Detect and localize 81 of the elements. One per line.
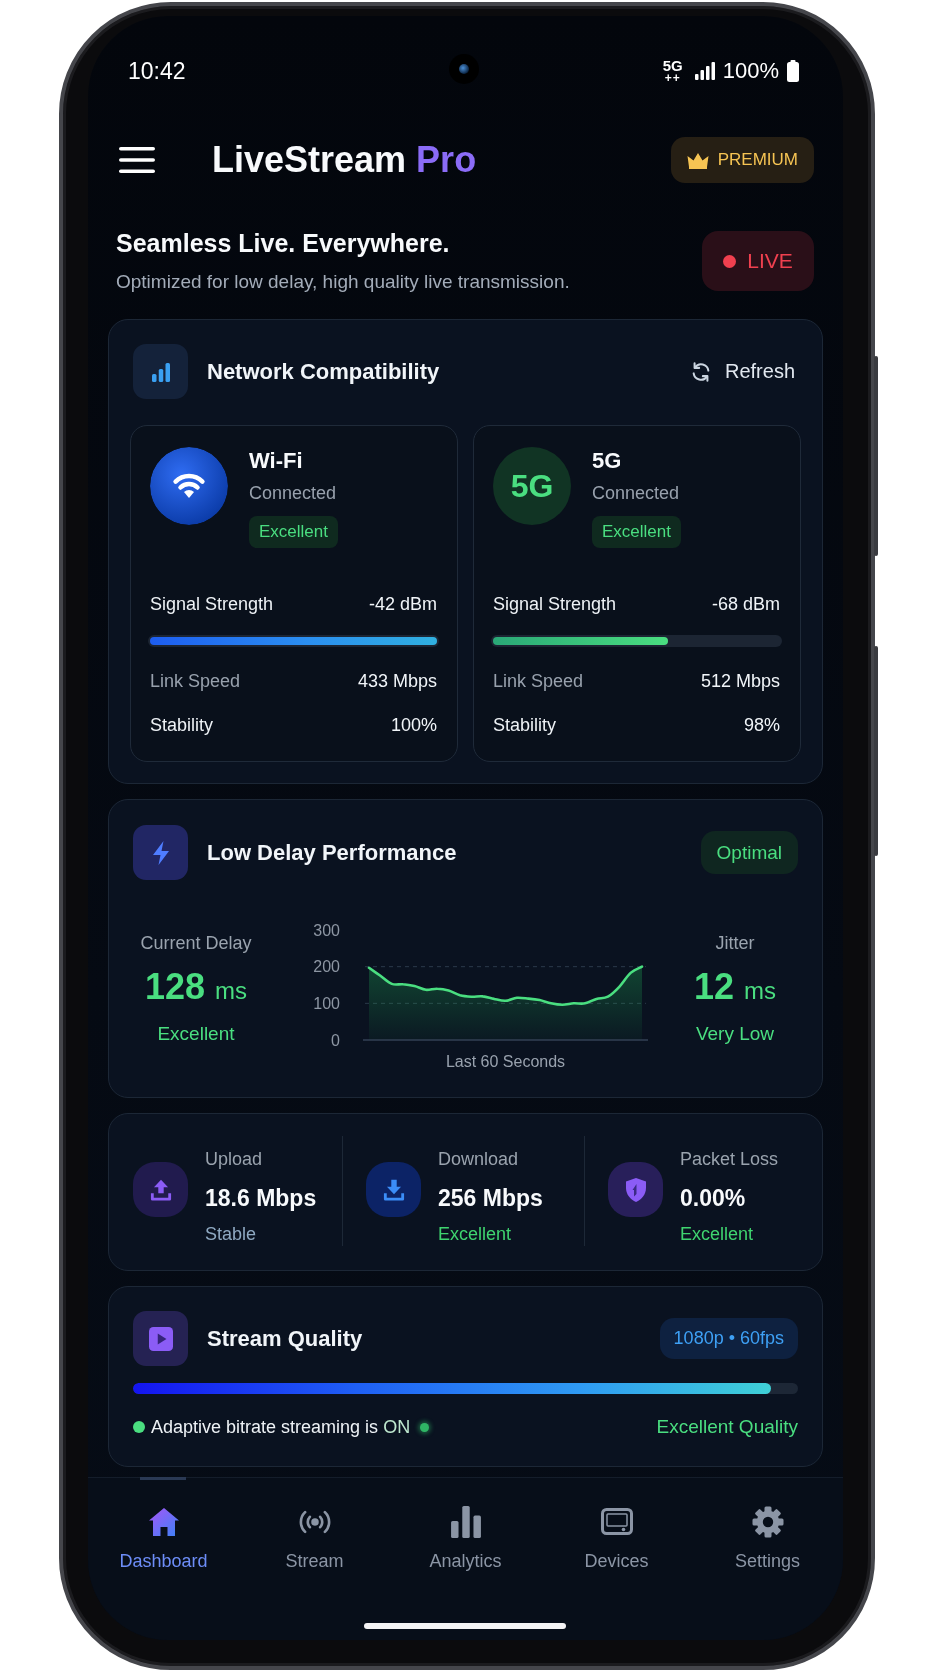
stat-value: 98% bbox=[743, 714, 780, 736]
live-dot-icon bbox=[723, 254, 737, 268]
y-axis-label: 0 bbox=[330, 1031, 340, 1049]
app-title: LiveStream Pro bbox=[212, 139, 477, 181]
metric-rating: Excellent bbox=[157, 1023, 235, 1045]
front-camera-icon bbox=[449, 54, 479, 84]
network-type-sub: ++ bbox=[664, 72, 681, 84]
crown-icon bbox=[686, 151, 709, 169]
stat-label: Link Speed bbox=[493, 670, 584, 692]
y-axis-label: 300 bbox=[312, 921, 340, 939]
metric-value: 128 ms bbox=[144, 965, 248, 1009]
quality-rating: Excellent Quality bbox=[656, 1416, 798, 1438]
card-title: Low Delay Performance bbox=[207, 839, 457, 866]
metric-value: 256 Mbps bbox=[438, 1184, 543, 1213]
metric-label: Current Delay bbox=[140, 933, 252, 953]
nav-tab[interactable]: Analytics bbox=[390, 1478, 541, 1574]
adaptive-status-text: Adaptive bitrate streaming is ON bbox=[151, 1416, 411, 1438]
card-title: Network Compatibility bbox=[207, 358, 440, 385]
hero-heading: Seamless Live. Everywhere. bbox=[116, 228, 451, 258]
hero-subtitle: Optimized for low delay, high quality live transmission. bbox=[116, 270, 570, 294]
metric-label: Upload bbox=[205, 1148, 264, 1170]
metric-status: Excellent bbox=[680, 1223, 755, 1245]
status-time: 10:42 bbox=[128, 57, 186, 85]
signal-bars-icon bbox=[133, 344, 188, 399]
settings-icon bbox=[751, 1506, 784, 1538]
metric-value: 0.00% bbox=[680, 1184, 747, 1213]
pulse-dot-icon bbox=[420, 1422, 430, 1432]
nav-tab[interactable]: Dashboard bbox=[88, 1478, 239, 1574]
stat-value: 433 Mbps bbox=[357, 670, 437, 692]
metric-value: 12 ms bbox=[693, 965, 776, 1009]
resolution-tag: 1080p • 60fps bbox=[659, 1318, 798, 1359]
signal-icon bbox=[694, 62, 715, 80]
wifi-icon bbox=[150, 447, 228, 525]
premium-button[interactable]: PREMIUM bbox=[670, 137, 814, 183]
stat-label: Stability bbox=[150, 714, 214, 736]
stat-value: -42 dBm bbox=[368, 593, 437, 615]
shield-icon bbox=[608, 1162, 663, 1217]
metric-label: Download bbox=[438, 1148, 520, 1170]
stat-value: 100% bbox=[390, 714, 437, 736]
tablet-icon bbox=[600, 1506, 633, 1538]
x-axis-title: Last 60 Seconds bbox=[445, 1053, 565, 1070]
network-type-badge: 5G bbox=[493, 447, 571, 525]
stat-label: Signal Strength bbox=[493, 593, 617, 615]
connection-name: 5G bbox=[592, 447, 622, 475]
metric-label: Packet Loss bbox=[680, 1148, 779, 1170]
y-axis-label: 100 bbox=[312, 994, 340, 1012]
battery-icon bbox=[787, 60, 799, 82]
download-icon bbox=[366, 1162, 421, 1217]
battery-percent: 100% bbox=[722, 58, 779, 84]
y-axis-label: 200 bbox=[312, 958, 340, 976]
metric-status: Stable bbox=[205, 1223, 258, 1245]
live-label: LIVE bbox=[747, 249, 793, 273]
connection-name: Wi-Fi bbox=[249, 447, 303, 475]
metric-status: Excellent bbox=[438, 1223, 513, 1245]
card-title: Stream Quality bbox=[207, 1325, 363, 1352]
nav-tab[interactable]: Stream bbox=[239, 1478, 390, 1574]
quality-tag: Excellent bbox=[592, 516, 681, 548]
metric-value: 18.6 Mbps bbox=[205, 1184, 317, 1213]
connection-status: Connected bbox=[249, 482, 337, 505]
nav-tab[interactable]: Settings bbox=[692, 1478, 843, 1574]
connection-status: Connected bbox=[592, 482, 680, 505]
menu-icon[interactable] bbox=[119, 147, 155, 173]
refresh-button[interactable]: Refresh bbox=[689, 360, 795, 383]
stat-value: 512 Mbps bbox=[700, 670, 780, 692]
nav-tab[interactable]: Devices bbox=[541, 1478, 692, 1574]
quality-tag: Excellent bbox=[249, 516, 338, 548]
side-button[interactable] bbox=[874, 356, 878, 556]
bar-chart-icon bbox=[449, 1506, 482, 1538]
lightning-icon bbox=[133, 825, 188, 880]
stat-label: Stability bbox=[493, 714, 557, 736]
network-type-label: 5G bbox=[662, 58, 683, 73]
upload-icon bbox=[133, 1162, 188, 1217]
side-button[interactable] bbox=[874, 646, 878, 856]
metric-rating: Very Low bbox=[695, 1023, 775, 1045]
status-tag: Optimal bbox=[700, 831, 798, 874]
home-icon bbox=[147, 1506, 180, 1538]
stat-label: Signal Strength bbox=[150, 593, 274, 615]
stat-label: Link Speed bbox=[150, 670, 241, 692]
metric-label: Jitter bbox=[715, 933, 755, 953]
stat-value: -68 dBm bbox=[711, 593, 780, 615]
play-icon bbox=[133, 1311, 188, 1366]
